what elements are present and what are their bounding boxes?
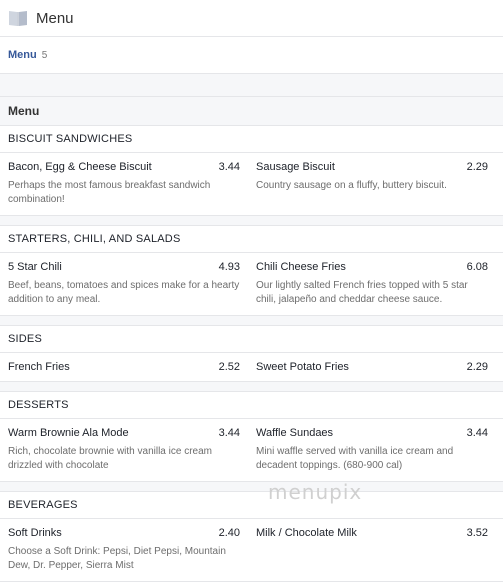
- menu-heading: Menu: [0, 97, 503, 126]
- item-price: 3.44: [218, 427, 240, 439]
- page-header: Menu: [0, 0, 503, 37]
- item-name: Sausage Biscuit: [256, 161, 335, 173]
- menu-item[interactable]: Warm Brownie Ala Mode 3.44 Rich, chocola…: [0, 419, 248, 481]
- item-name: French Fries: [8, 361, 70, 373]
- item-description: Mini waffle served with vanilla ice crea…: [256, 446, 454, 471]
- section-header: DESSERTS: [0, 392, 503, 419]
- item-description: Our lightly salted French fries topped w…: [256, 280, 468, 305]
- book-icon: [9, 11, 27, 26]
- menu-item[interactable]: Sweet Potato Fries 2.29: [248, 353, 496, 381]
- menu-item[interactable]: 5 Star Chili 4.93 Beef, beans, tomatoes …: [0, 253, 248, 315]
- menu-row: Soft Drinks 2.40 Choose a Soft Drink: Pe…: [0, 519, 503, 582]
- section-gap: [0, 482, 503, 492]
- item-name: Bacon, Egg & Cheese Biscuit: [8, 161, 152, 173]
- item-name: Waffle Sundaes: [256, 427, 334, 439]
- item-price: 2.29: [466, 161, 488, 173]
- divider: [0, 74, 503, 97]
- item-price: 2.29: [466, 361, 488, 373]
- menu-item[interactable]: Waffle Sundaes 3.44 Mini waffle served w…: [248, 419, 496, 481]
- item-description: Rich, chocolate brownie with vanilla ice…: [8, 446, 212, 471]
- item-description: Perhaps the most famous breakfast sandwi…: [8, 180, 211, 205]
- menu-row: Bacon, Egg & Cheese Biscuit 3.44 Perhaps…: [0, 153, 503, 216]
- item-description: Country sausage on a fluffy, buttery bis…: [256, 180, 447, 191]
- menu-item[interactable]: French Fries 2.52: [0, 353, 248, 381]
- menu-row: 5 Star Chili 4.93 Beef, beans, tomatoes …: [0, 253, 503, 316]
- section-header: STARTERS, CHILI, AND SALADS: [0, 226, 503, 253]
- item-price: 2.40: [218, 527, 240, 539]
- menu-item[interactable]: Chili Cheese Fries 6.08 Our lightly salt…: [248, 253, 496, 315]
- section-gap: [0, 216, 503, 226]
- tab-bar: Menu 5: [0, 37, 503, 74]
- section-gap: [0, 316, 503, 326]
- item-name: Soft Drinks: [8, 527, 62, 539]
- header-title: Menu: [36, 9, 74, 27]
- tab-menu[interactable]: Menu: [8, 49, 37, 61]
- item-name: Milk / Chocolate Milk: [256, 527, 357, 539]
- item-description: Choose a Soft Drink: Pepsi, Diet Pepsi, …: [8, 546, 226, 571]
- menu-row: French Fries 2.52 Sweet Potato Fries 2.2…: [0, 353, 503, 382]
- item-name: Chili Cheese Fries: [256, 261, 346, 273]
- item-name: Warm Brownie Ala Mode: [8, 427, 129, 439]
- section-header: BISCUIT SANDWICHES: [0, 126, 503, 153]
- item-price: 3.44: [466, 427, 488, 439]
- item-price: 4.93: [218, 261, 240, 273]
- section-gap: [0, 382, 503, 392]
- item-price: 2.52: [218, 361, 240, 373]
- section-header: SIDES: [0, 326, 503, 353]
- section-header: BEVERAGES: [0, 492, 503, 519]
- menu-item[interactable]: Sausage Biscuit 2.29 Country sausage on …: [248, 153, 496, 215]
- watermark: menupix: [268, 480, 363, 504]
- item-name: 5 Star Chili: [8, 261, 62, 273]
- menu-item[interactable]: Bacon, Egg & Cheese Biscuit 3.44 Perhaps…: [0, 153, 248, 215]
- item-price: 6.08: [466, 261, 488, 273]
- item-description: Beef, beans, tomatoes and spices make fo…: [8, 280, 240, 305]
- item-name: Sweet Potato Fries: [256, 361, 349, 373]
- item-price: 3.52: [466, 527, 488, 539]
- tab-count: 5: [41, 49, 48, 61]
- menu-row: Warm Brownie Ala Mode 3.44 Rich, chocola…: [0, 419, 503, 482]
- item-price: 3.44: [218, 161, 240, 173]
